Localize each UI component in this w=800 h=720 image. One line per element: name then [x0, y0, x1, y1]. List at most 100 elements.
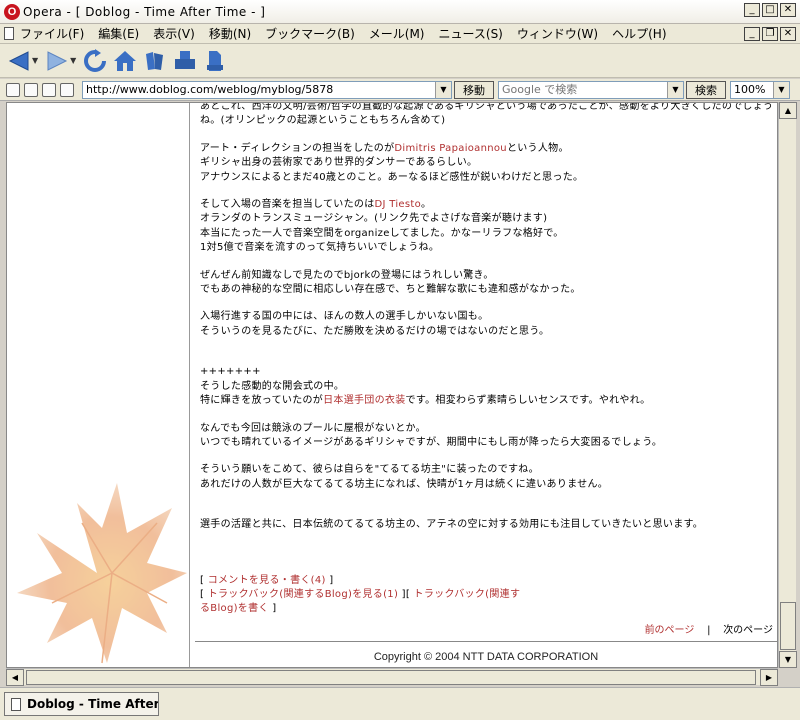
- window-title: Opera - [ Doblog - Time After Time - ]: [23, 4, 266, 19]
- left-decoration-pane: [7, 103, 189, 667]
- comment-link[interactable]: コメントを見る・書く(4): [208, 575, 326, 586]
- scroll-left-button[interactable]: ◀: [6, 669, 24, 686]
- vertical-scrollbar[interactable]: ▲ ▼: [778, 102, 797, 668]
- menu-bar: ファイル(F) 編集(E) 表示(V) 移動(N) ブックマーク(B) メール(…: [0, 24, 800, 44]
- document-window-controls: _ ❐ ✕: [744, 27, 796, 41]
- menu-mail[interactable]: メール(M): [369, 25, 425, 42]
- menu-bookmarks[interactable]: ブックマーク(B): [265, 25, 355, 42]
- security-icon[interactable]: [6, 82, 20, 97]
- page-viewport: あとこれ、西洋の文明/芸術/哲学の直截的な起源であるギリシャという場であったこと…: [6, 102, 778, 668]
- text-line: オランダのトランスミュージシャン。(リンク先でよさげな音楽が聴けます): [200, 213, 548, 225]
- address-bar: http://www.doblog.com/weblog/myblog/5878…: [0, 79, 800, 101]
- search-engine-dropdown[interactable]: ▼: [667, 81, 683, 98]
- text-line: +++++++: [200, 366, 261, 378]
- url-field[interactable]: http://www.doblog.com/weblog/myblog/5878…: [82, 80, 452, 99]
- menu-navigation[interactable]: 移動(N): [209, 25, 251, 42]
- forward-icon[interactable]: [44, 48, 70, 74]
- post-links: [ コメントを見る・書く(4) ] [ トラックバック(関連するBlog)を見る…: [200, 574, 521, 615]
- navigation-toolbar: ▼ ▼: [0, 44, 800, 78]
- text-line: なんでも今回は競泳のプールに屋根がないとか。: [200, 422, 426, 434]
- text-line: いつでも晴れているイメージがあるギリシャですが、期間中にもし雨が降ったら大変困る…: [200, 436, 663, 448]
- link-japan-team-costume[interactable]: 日本選手団の衣装: [323, 395, 405, 406]
- paragraph-art-direction: アート・ディレクションの担当をしたのがDimitris Papaioannouと…: [200, 142, 775, 185]
- page-icon: [11, 697, 21, 711]
- trackback-write-link[interactable]: トラックバック(関連す: [414, 589, 521, 600]
- home-icon[interactable]: [112, 48, 138, 74]
- paragraph-teruteru: そういう願いをこめて、彼らは自らを"てるてる坊主"に装ったのですね。 あれだけの…: [200, 463, 775, 492]
- forward-history-arrow[interactable]: ▼: [70, 56, 76, 65]
- document-icon: [4, 27, 14, 40]
- doc-close-button[interactable]: ✕: [780, 27, 796, 41]
- text-segment: 。: [421, 199, 432, 211]
- paragraph-costume: +++++++ そうした感動的な開会式の中。 特に輝きを放っていたのが日本選手団…: [200, 365, 775, 408]
- text-line: 本当にたった一人で音楽空間をorganizeしてました。かなーリラフな格好で。: [200, 227, 564, 239]
- minimize-button[interactable]: _: [744, 3, 760, 17]
- doc-minimize-button[interactable]: _: [744, 27, 760, 41]
- print-icon[interactable]: [172, 48, 198, 74]
- back-icon[interactable]: [6, 48, 32, 74]
- search-button[interactable]: 検索: [686, 80, 726, 99]
- blog-article: あとこれ、西洋の文明/芸術/哲学の直截的な起源であるギリシャという場であったこと…: [200, 103, 775, 617]
- vertical-scroll-thumb[interactable]: [780, 602, 796, 650]
- url-history-dropdown[interactable]: ▼: [435, 81, 451, 98]
- text-segment: そして入場の音楽を担当していたのは: [200, 199, 375, 211]
- paragraph-intro: あとこれ、西洋の文明/芸術/哲学の直截的な起源であるギリシャという場であったこと…: [200, 102, 774, 127]
- menu-window[interactable]: ウィンドウ(W): [517, 25, 598, 42]
- notes-icon[interactable]: [60, 82, 74, 97]
- cookie-icon[interactable]: [24, 82, 38, 97]
- search-field[interactable]: ▼: [498, 80, 684, 99]
- menu-news[interactable]: ニュース(S): [438, 25, 502, 42]
- tab-doblog[interactable]: Doblog - Time After: [4, 692, 159, 716]
- search-input[interactable]: [499, 83, 667, 96]
- reload-icon[interactable]: [82, 48, 108, 74]
- scroll-down-button[interactable]: ▼: [779, 651, 797, 668]
- text-line: ぜんぜん前知識なしで見たのでbjorkの登場にはうれしい驚き。: [200, 269, 494, 281]
- text-line: 入場行進する国の中には、ほんの数人の選手しかいない国も。: [200, 311, 489, 323]
- text-line: 1対5億で音楽を流すのって気持ちいいでしょうね。: [200, 242, 440, 254]
- zoom-dropdown[interactable]: ▼: [773, 81, 789, 98]
- text-line: でもあの神秘的な空間に相応しい存在感で、ちと難解な歌にも違和感がなかった。: [200, 284, 581, 296]
- footer-divider: [195, 641, 777, 642]
- nav-separator: |: [707, 625, 711, 636]
- zoom-select[interactable]: 100% ▼: [730, 80, 790, 99]
- link-dimitris-papaioannou[interactable]: Dimitris Papaioannou: [394, 143, 507, 154]
- menu-view[interactable]: 表示(V): [153, 25, 195, 42]
- menu-help[interactable]: ヘルプ(H): [612, 25, 666, 42]
- hotlist-icon[interactable]: [142, 48, 168, 74]
- tab-bar: Doblog - Time After: [0, 687, 800, 720]
- back-history-arrow[interactable]: ▼: [32, 56, 38, 65]
- url-text: http://www.doblog.com/weblog/myblog/5878: [86, 83, 334, 96]
- link-dj-tiesto[interactable]: DJ Tiesto: [375, 199, 422, 210]
- paragraph-music: そして入場の音楽を担当していたのはDJ Tiesto。 オランダのトランスミュー…: [200, 198, 775, 256]
- search-icon[interactable]: [202, 48, 228, 74]
- close-button[interactable]: ✕: [780, 3, 796, 17]
- trackback-view-link[interactable]: トラックバック(関連するBlog)を見る(1): [208, 589, 398, 600]
- text-line: そういうのを見るたびに、ただ勝敗を決めるだけの場ではないのだと思う。: [200, 325, 550, 337]
- doc-restore-button[interactable]: ❐: [762, 27, 778, 41]
- opera-logo-icon: O: [4, 3, 20, 20]
- page-navigation: 前のページ | 次のページ: [200, 621, 773, 636]
- paragraph-bjork: ぜんぜん前知識なしで見たのでbjorkの登場にはうれしい驚き。 でもあの神秘的な…: [200, 269, 775, 298]
- go-button[interactable]: 移動: [454, 80, 494, 99]
- trackback-write-link-cont[interactable]: るBlog)を書く: [200, 603, 269, 614]
- maximize-button[interactable]: □: [762, 3, 778, 17]
- next-page-text: 次のページ: [723, 625, 773, 636]
- column-divider: [189, 103, 190, 667]
- text-segment: という人物。: [506, 142, 569, 154]
- page-info-icon[interactable]: [42, 82, 56, 97]
- scroll-up-button[interactable]: ▲: [779, 102, 797, 119]
- menu-edit[interactable]: 編集(E): [98, 25, 139, 42]
- window-controls: _ □ ✕: [744, 3, 796, 17]
- title-bar: O Opera - [ Doblog - Time After Time - ]…: [0, 0, 800, 24]
- horizontal-scroll-thumb[interactable]: [26, 670, 756, 685]
- text-segment: です。相変わらず素晴らしいセンスです。やれやれ。: [405, 395, 651, 407]
- text-line: ギリシャ出身の芸術家であり世界的ダンサーであるらしい。: [200, 157, 478, 169]
- menu-file[interactable]: ファイル(F): [20, 25, 84, 42]
- prev-page-link[interactable]: 前のページ: [645, 625, 695, 636]
- horizontal-scrollbar[interactable]: ◀ ▶: [6, 668, 778, 686]
- scroll-right-button[interactable]: ▶: [760, 669, 778, 686]
- paragraph-closing: 選手の活躍と共に、日本伝統のてるてる坊主の、アテネの空に対する効用にも注目してい…: [200, 519, 704, 531]
- text-segment: アート・ディレクションの担当をしたのが: [200, 142, 395, 154]
- text-line: そういう願いをこめて、彼らは自らを"てるてる坊主"に装ったのですね。: [200, 464, 539, 476]
- tab-title: Doblog - Time After: [27, 697, 159, 711]
